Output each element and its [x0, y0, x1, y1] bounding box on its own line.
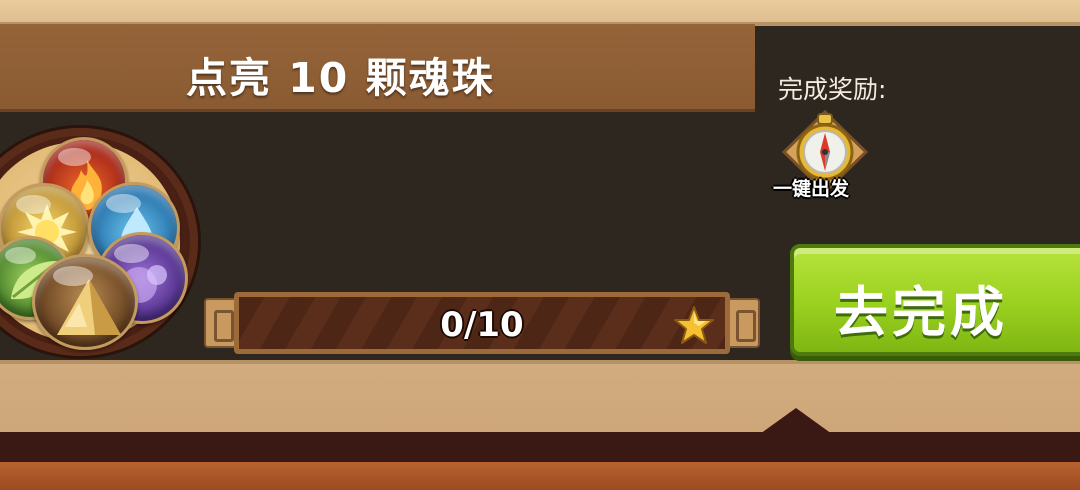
progress-cap-left	[204, 298, 238, 348]
bottom-brown-band	[0, 462, 1080, 490]
go-complete-button[interactable]: 去完成	[790, 244, 1080, 356]
reward-label: 完成奖励:	[778, 75, 887, 104]
go-complete-label: 去完成	[834, 281, 1008, 344]
progress-cap-right	[726, 298, 760, 348]
earth-orb-icon	[32, 254, 138, 350]
progress-track: 0/10	[234, 292, 730, 354]
progress-text: 0/10	[440, 305, 524, 345]
task-title: 点亮 10 颗魂珠	[186, 54, 495, 102]
star-icon	[674, 306, 714, 344]
reward-item-label: 一键出发	[773, 178, 850, 200]
progress-bar: 0/10	[204, 292, 760, 354]
task-screen: 点亮 10 颗魂珠 0/10 完成奖励: 一键出发 去完成	[0, 0, 1080, 490]
bottom-notch	[760, 408, 832, 434]
